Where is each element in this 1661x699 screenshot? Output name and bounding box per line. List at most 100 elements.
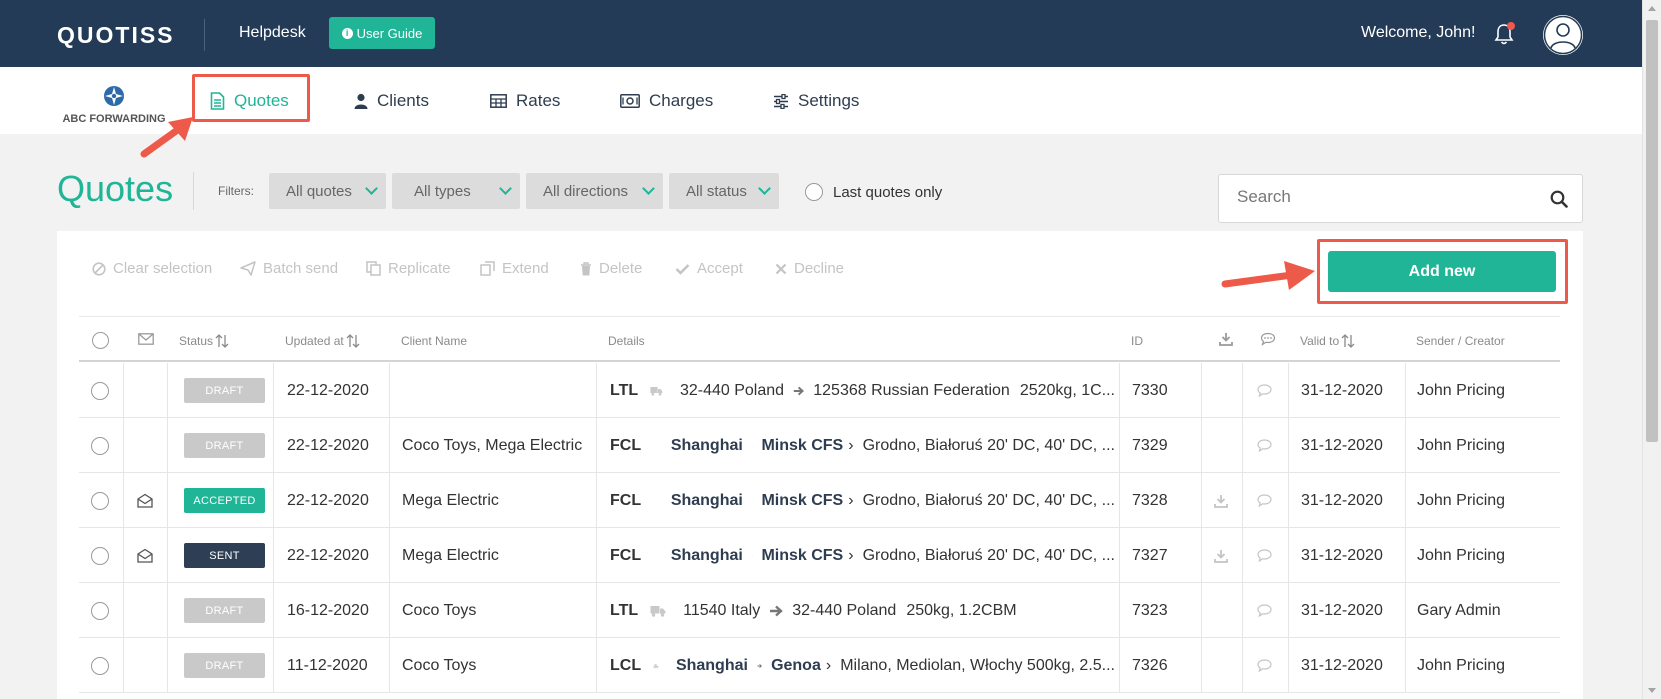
status-badge: DRAFT [184, 638, 265, 693]
comment-icon[interactable] [1257, 549, 1272, 562]
row-select-radio[interactable] [91, 363, 109, 418]
column-client-name[interactable]: Client Name [401, 334, 467, 348]
column-sender-creator[interactable]: Sender / Creator [1416, 334, 1505, 348]
column-divider [167, 528, 168, 583]
accept-button[interactable]: Accept [675, 260, 743, 277]
table-row[interactable]: DRAFT 22-12-2020 Coco Toys, Mega Electric … [79, 418, 1560, 473]
column-divider [596, 583, 597, 638]
arrow-right-icon [793, 386, 805, 395]
comment-icon[interactable] [1257, 494, 1272, 507]
scroll-down-icon[interactable] [1648, 688, 1656, 693]
details-cell[interactable]: FCL Shanghai Minsk CFS › Grodno, Białoru… [610, 528, 1115, 583]
row-select-radio[interactable] [91, 638, 109, 693]
nav-item-clients[interactable]: Clients [354, 91, 429, 111]
table-row[interactable]: DRAFT 11-12-2020 Coco Toys LCL Shanghai Ge… [79, 638, 1560, 693]
replicate-button[interactable]: Replicate [366, 260, 451, 277]
column-divider [1119, 528, 1120, 583]
nav-item-settings[interactable]: Settings [773, 91, 859, 111]
details-cell[interactable]: FCL Shanghai Minsk CFS › Grodno, Białoru… [610, 418, 1115, 473]
chevron-down-icon [499, 182, 512, 195]
nav-item-charges[interactable]: Charges [620, 91, 713, 111]
column-divider [1119, 583, 1120, 638]
column-updated-at[interactable]: Updated at [285, 334, 360, 348]
user-guide-button[interactable]: i User Guide [329, 17, 435, 49]
filter-status-dropdown[interactable]: All status [669, 173, 779, 209]
download-icon[interactable] [1214, 494, 1228, 508]
title-divider [193, 172, 194, 210]
nav-label-clients: Clients [377, 91, 429, 110]
comment-icon[interactable] [1257, 659, 1272, 672]
comment-icon[interactable] [1257, 384, 1272, 397]
updated-at-cell: 22-12-2020 [287, 436, 369, 454]
truck-icon [650, 605, 666, 617]
column-divider [389, 528, 390, 583]
column-divider [1288, 638, 1289, 693]
column-valid-to[interactable]: Valid to [1300, 334, 1355, 348]
download-icon[interactable] [1214, 549, 1228, 563]
filter-types-dropdown[interactable]: All types [392, 173, 520, 209]
client-name-cell: Coco Toys [402, 601, 477, 619]
extend-button[interactable]: Extend [480, 260, 549, 277]
scroll-up-icon[interactable] [1648, 6, 1656, 11]
envelope-open-icon [137, 493, 153, 508]
user-avatar-icon[interactable] [1543, 15, 1583, 55]
download-cell [1214, 473, 1228, 528]
last-quotes-radio[interactable] [805, 183, 823, 201]
details-cell[interactable]: FCL Shanghai Minsk CFS › Grodno, Białoru… [610, 473, 1115, 528]
comment-cell [1257, 418, 1272, 473]
add-new-button[interactable]: Add new [1328, 251, 1556, 292]
row-select-radio[interactable] [91, 418, 109, 473]
row-select-radio[interactable] [91, 583, 109, 638]
clear-selection-button[interactable]: Clear selection [92, 260, 212, 277]
route-destination: 32-440 Poland [792, 601, 897, 619]
comment-icon[interactable] [1257, 439, 1272, 452]
batch-send-button[interactable]: Batch send [240, 260, 338, 277]
select-all-radio[interactable] [92, 332, 109, 349]
filter-quotes-value: All quotes [286, 182, 352, 200]
vertical-scrollbar[interactable] [1642, 0, 1661, 699]
details-cell[interactable]: LTL 11540 Italy 32-440 Poland 250kg, 1.2… [610, 583, 1115, 638]
column-divider [1288, 363, 1289, 418]
updated-at-cell: 22-12-2020 [287, 491, 369, 509]
nav-item-rates[interactable]: Rates [490, 91, 560, 111]
column-divider [273, 638, 274, 693]
annotation-arrow-add-new [1221, 261, 1315, 290]
table-row[interactable]: DRAFT 16-12-2020 Coco Toys LTL 11540 Italy… [79, 583, 1560, 638]
decline-button[interactable]: Decline [775, 260, 844, 277]
cargo-details: Grodno, Białoruś 20' DC, 40' DC, ... [862, 491, 1115, 509]
scroll-thumb[interactable] [1646, 20, 1658, 442]
row-select-radio[interactable] [91, 473, 109, 528]
top-divider [204, 19, 205, 51]
delete-button[interactable]: Delete [580, 260, 642, 277]
arrow-right-icon [770, 605, 784, 616]
filter-directions-dropdown[interactable]: All directions [526, 173, 663, 209]
column-status[interactable]: Status [179, 334, 229, 348]
column-divider [1201, 363, 1202, 418]
top-bar: QUOTISS Helpdesk i User Guide Welcome, J… [0, 0, 1642, 67]
column-details[interactable]: Details [608, 334, 645, 348]
table-row[interactable]: ACCEPTED 22-12-2020 Mega Electric FCL Shan… [79, 473, 1560, 528]
table-row[interactable]: DRAFT 22-12-2020 LTL 32-440 Poland 125368… [79, 363, 1560, 418]
column-divider [273, 363, 274, 418]
column-divider [123, 418, 124, 473]
search-input[interactable] [1237, 187, 1537, 207]
helpdesk-link[interactable]: Helpdesk [239, 24, 306, 42]
id-cell: 7330 [1132, 381, 1168, 399]
filter-types-value: All types [414, 182, 471, 200]
client-name-cell: Mega Electric [402, 546, 499, 564]
comment-cell [1257, 638, 1272, 693]
filter-quotes-dropdown[interactable]: All quotes [269, 173, 386, 209]
details-cell[interactable]: LTL 32-440 Poland 125368 Russian Federat… [610, 363, 1115, 418]
column-divider [1288, 473, 1289, 528]
search-icon[interactable] [1550, 190, 1568, 213]
table-row[interactable]: SENT 22-12-2020 Mega Electric FCL Shanghai… [79, 528, 1560, 583]
row-select-radio[interactable] [91, 528, 109, 583]
column-id[interactable]: ID [1131, 334, 1143, 348]
comment-icon[interactable] [1257, 604, 1272, 617]
app-logo[interactable]: QUOTISS [57, 22, 175, 49]
ship-icon [653, 445, 654, 446]
details-cell[interactable]: LCL Shanghai Genoa › Milano, Mediolan, W… [610, 638, 1115, 693]
updated-at-cell: 22-12-2020 [287, 381, 369, 399]
arrow-right-icon [757, 663, 762, 668]
last-quotes-only-toggle[interactable]: Last quotes only [805, 183, 942, 201]
